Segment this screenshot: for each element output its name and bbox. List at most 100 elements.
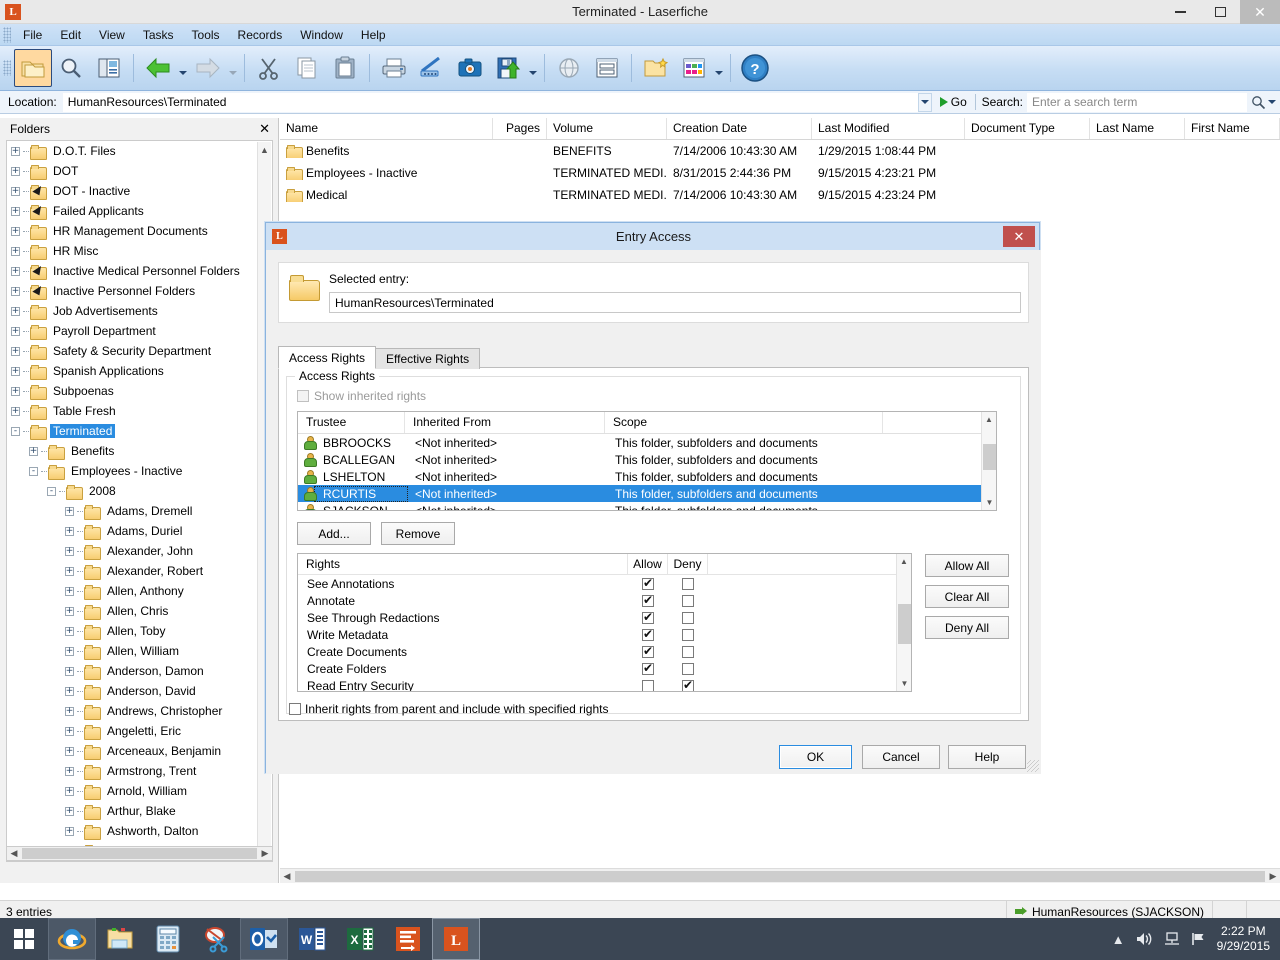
expand-icon[interactable]: + (65, 767, 74, 776)
tree-item[interactable]: +Arceneaux, Benjamin (7, 741, 259, 761)
tree-item[interactable]: +D.O.T. Files (7, 141, 259, 161)
allow-all-button[interactable]: Allow All (925, 554, 1009, 577)
menu-records[interactable]: Records (229, 26, 292, 44)
tree-item[interactable]: +DOT - Inactive (7, 181, 259, 201)
rights-row[interactable]: Create Folders (298, 660, 911, 677)
expand-icon[interactable]: + (11, 227, 20, 236)
expand-icon[interactable]: + (29, 447, 38, 456)
start-button[interactable] (0, 918, 48, 960)
deny-checkbox[interactable] (668, 629, 708, 641)
expand-icon[interactable]: + (11, 407, 20, 416)
new-folder-button[interactable] (637, 49, 675, 87)
allow-checkbox[interactable] (628, 680, 668, 692)
scroll-up-icon[interactable]: ▲ (897, 554, 911, 569)
expand-icon[interactable]: + (11, 387, 20, 396)
tree-item[interactable]: +Inactive Medical Personnel Folders (7, 261, 259, 281)
location-dropdown-button[interactable] (918, 93, 932, 112)
scroll-right-icon[interactable]: ▶ (258, 848, 272, 859)
column-trustee[interactable]: Trustee (298, 412, 405, 433)
expand-icon[interactable]: + (65, 507, 74, 516)
expand-icon[interactable]: + (65, 647, 74, 656)
expand-icon[interactable]: + (11, 247, 20, 256)
folder-tree-hscrollbar[interactable]: ◀ ▶ (6, 846, 273, 861)
taskbar-file-explorer[interactable] (96, 918, 144, 960)
trustee-row[interactable]: LSHELTON<Not inherited>This folder, subf… (298, 468, 996, 485)
column-header-volume[interactable]: Volume (547, 118, 667, 139)
tree-item[interactable]: +Ashworth, Dalton (7, 821, 259, 841)
selected-entry-input[interactable]: HumanResources\Terminated (329, 292, 1021, 313)
snapshot-button[interactable] (451, 49, 489, 87)
tree-item[interactable]: +Anderson, Damon (7, 661, 259, 681)
trustee-grid-scrollbar[interactable]: ▲ ▼ (981, 412, 996, 510)
expand-icon[interactable]: + (11, 187, 20, 196)
folder-tree[interactable]: +D.O.T. Files+DOT+DOT - Inactive+Failed … (6, 140, 273, 862)
expand-icon[interactable]: + (65, 807, 74, 816)
collapse-icon[interactable]: - (47, 487, 56, 496)
menu-tools[interactable]: Tools (183, 26, 229, 44)
taskbar-clock[interactable]: 2:22 PM 9/29/2015 (1217, 924, 1274, 954)
expand-icon[interactable]: + (65, 607, 74, 616)
deny-checkbox[interactable] (668, 680, 708, 692)
cancel-button[interactable]: Cancel (862, 745, 940, 769)
rights-row[interactable]: See Annotations (298, 575, 911, 592)
taskbar-laserfiche[interactable]: L (432, 918, 480, 960)
flag-icon[interactable] (1191, 931, 1207, 947)
taskbar-laserfiche-import[interactable] (384, 918, 432, 960)
tree-item[interactable]: +Angeletti, Eric (7, 721, 259, 741)
resize-grip[interactable] (1027, 760, 1039, 772)
help-button[interactable]: ? (736, 49, 774, 87)
tree-item[interactable]: +Spanish Applications (7, 361, 259, 381)
tab-effective-rights[interactable]: Effective Rights (375, 348, 480, 369)
column-deny[interactable]: Deny (668, 554, 708, 574)
expand-icon[interactable]: + (65, 587, 74, 596)
tree-item[interactable]: +Safety & Security Department (7, 341, 259, 361)
close-button[interactable]: ✕ (1240, 0, 1280, 24)
tree-item[interactable]: +Andrews, Christopher (7, 701, 259, 721)
scroll-down-icon[interactable]: ▼ (897, 676, 912, 691)
tree-item[interactable]: +Armstrong, Trent (7, 761, 259, 781)
expand-icon[interactable]: + (65, 747, 74, 756)
import-dropdown-button[interactable] (527, 49, 539, 87)
search-input[interactable]: Enter a search term (1027, 93, 1247, 112)
scroll-down-icon[interactable]: ▼ (982, 495, 997, 510)
expand-icon[interactable]: + (65, 547, 74, 556)
speaker-icon[interactable] (1135, 931, 1153, 947)
expand-icon[interactable]: + (11, 207, 20, 216)
rights-scroll-thumb[interactable] (898, 604, 911, 644)
column-inherited-from[interactable]: Inherited From (405, 412, 605, 433)
ok-button[interactable]: OK (779, 745, 852, 769)
chevron-up-icon[interactable]: ▲ (1112, 932, 1125, 947)
scroll-right-icon[interactable]: ▶ (1266, 871, 1280, 882)
tree-item[interactable]: +Payroll Department (7, 321, 259, 341)
expand-icon[interactable]: + (11, 167, 20, 176)
column-scope[interactable]: Scope (605, 412, 883, 433)
column-header-last-name[interactable]: Last Name (1090, 118, 1185, 139)
tree-item[interactable]: +DOT (7, 161, 259, 181)
tree-item[interactable]: -Employees - Inactive (7, 461, 259, 481)
expand-icon[interactable]: + (65, 827, 74, 836)
tree-item[interactable]: +Inactive Personnel Folders (7, 281, 259, 301)
menubar-grip[interactable] (3, 27, 11, 43)
scroll-left-icon[interactable]: ◀ (7, 848, 21, 859)
expand-icon[interactable]: + (65, 687, 74, 696)
entry-list-hscrollbar[interactable]: ◀ ▶ (280, 868, 1280, 883)
menu-tasks[interactable]: Tasks (134, 26, 183, 44)
column-rights[interactable]: Rights (298, 554, 628, 574)
column-header-document-type[interactable]: Document Type (965, 118, 1090, 139)
entry-list-row[interactable]: MedicalTERMINATED MEDI...7/14/2006 10:43… (280, 184, 1280, 206)
expand-icon[interactable]: + (11, 147, 20, 156)
expand-icon[interactable]: + (11, 307, 20, 316)
entry-list-row[interactable]: BenefitsBENEFITS7/14/2006 10:43:30 AM1/2… (280, 140, 1280, 162)
trustee-row[interactable]: SJACKSON<Not inherited>This folder, subf… (298, 502, 996, 511)
copy-button[interactable] (288, 49, 326, 87)
remove-button[interactable]: Remove (381, 522, 455, 545)
entry-list-row[interactable]: Employees - InactiveTERMINATED MEDI...8/… (280, 162, 1280, 184)
deny-checkbox[interactable] (668, 595, 708, 607)
back-dropdown-button[interactable] (177, 49, 189, 87)
tree-item[interactable]: +Alexander, Robert (7, 561, 259, 581)
go-button[interactable]: Go (932, 95, 975, 109)
column-header-pages[interactable]: Pages (493, 118, 547, 139)
column-header-first-name[interactable]: First Name (1185, 118, 1280, 139)
rights-row[interactable]: See Through Redactions (298, 609, 911, 626)
hscroll-thumb[interactable] (22, 848, 257, 859)
